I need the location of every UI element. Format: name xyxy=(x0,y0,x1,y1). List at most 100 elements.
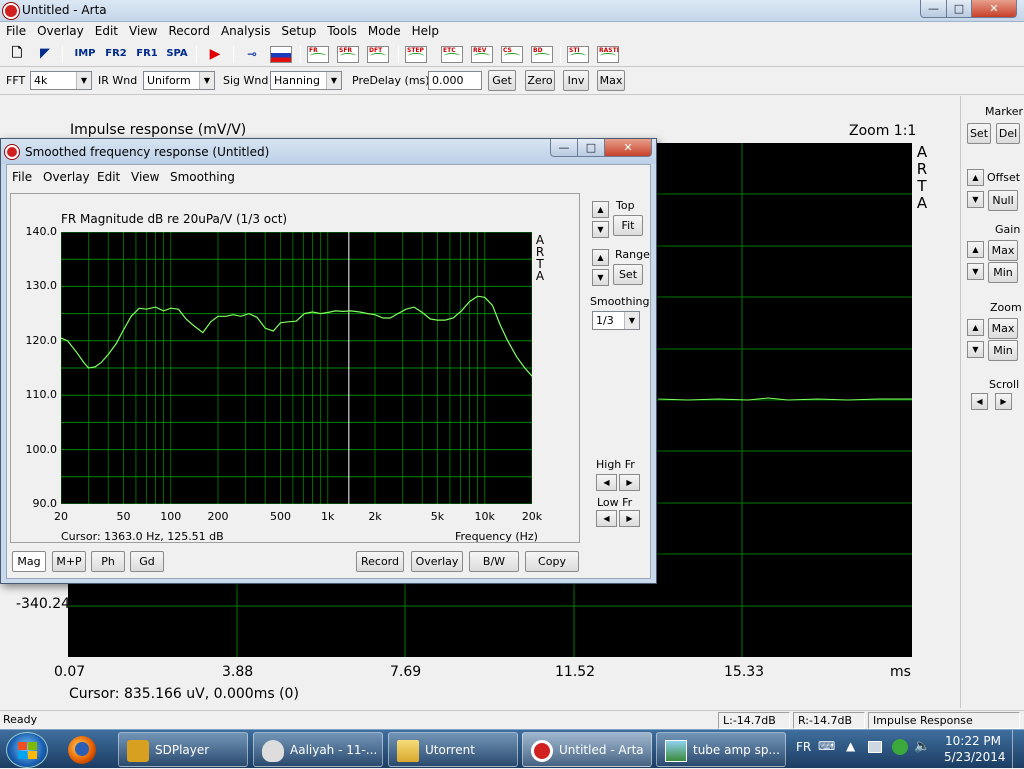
fr-menu-view[interactable]: View xyxy=(131,170,159,184)
top-down-icon[interactable]: ▼ xyxy=(592,221,609,238)
menu-view[interactable]: View xyxy=(123,22,162,38)
tab-ph[interactable]: Ph xyxy=(91,551,125,572)
tab-gd[interactable]: Gd xyxy=(130,551,164,572)
restore-button[interactable]: □ xyxy=(946,0,972,18)
close-button[interactable]: ✕ xyxy=(971,0,1017,18)
taskbar-aaliyah[interactable]: Aaliyah - 11-... xyxy=(253,732,383,767)
volume-icon[interactable]: 🔈 xyxy=(914,739,930,754)
fr-tool-icon[interactable]: FR xyxy=(307,46,329,63)
top-up-icon[interactable]: ▲ xyxy=(592,201,609,218)
fr-minimize-button[interactable]: — xyxy=(550,139,578,157)
menu-record[interactable]: Record xyxy=(162,22,214,38)
copy-button[interactable]: Copy xyxy=(525,551,579,572)
offset-null-button[interactable]: Null xyxy=(988,190,1018,211)
gain-max-button[interactable]: Max xyxy=(988,240,1018,261)
fr2-button[interactable]: FR2 xyxy=(103,45,129,64)
marker-set-button[interactable]: Set xyxy=(967,123,991,144)
tab-mag[interactable]: Mag xyxy=(12,551,46,572)
fr-plot-area[interactable] xyxy=(61,232,532,504)
menu-mode[interactable]: Mode xyxy=(362,22,406,38)
firefox-icon[interactable] xyxy=(66,735,98,765)
high-fr-right-icon[interactable]: ▶ xyxy=(619,474,640,491)
bw-button[interactable]: B/W xyxy=(469,551,519,572)
taskbar-tube-amp[interactable]: tube amp sp... xyxy=(656,732,786,767)
level-meter-icon[interactable] xyxy=(270,46,292,63)
offset-down-icon[interactable]: ▼ xyxy=(967,191,984,208)
low-fr-left-icon[interactable]: ◀ xyxy=(596,510,617,527)
gain-up-icon[interactable]: ▲ xyxy=(967,241,984,258)
menu-setup[interactable]: Setup xyxy=(275,22,321,38)
record-button[interactable]: Record xyxy=(356,551,404,572)
record-play-icon[interactable]: ▶ xyxy=(203,45,227,64)
fr-menu-overlay[interactable]: Overlay xyxy=(43,170,90,184)
inv-button[interactable]: Inv xyxy=(563,70,589,91)
tab-m-plus-p[interactable]: M+P xyxy=(52,551,86,572)
arta-window-icon[interactable] xyxy=(5,145,19,159)
sti-tool-icon[interactable]: STI xyxy=(567,46,589,63)
zoom-max-button[interactable]: Max xyxy=(988,318,1018,339)
rev-tool-icon[interactable]: REV xyxy=(471,46,493,63)
zoom-down-icon[interactable]: ▼ xyxy=(967,341,984,358)
predelay-input[interactable]: 0.000 xyxy=(428,71,482,90)
menu-file[interactable]: File xyxy=(0,22,31,38)
overlay-button[interactable]: Overlay xyxy=(411,551,463,572)
spa-button[interactable]: SPA xyxy=(164,45,190,64)
gain-min-button[interactable]: Min xyxy=(988,262,1018,283)
fr-menu-file[interactable]: File xyxy=(12,170,32,184)
etc-tool-icon[interactable]: ETC xyxy=(441,46,463,63)
fr-menu-smoothing[interactable]: Smoothing xyxy=(170,170,235,184)
fft-select[interactable]: 4k ▼ xyxy=(30,71,92,90)
sig-wnd-select[interactable]: Hanning ▼ xyxy=(270,71,342,90)
dft-tool-icon[interactable]: DFT xyxy=(367,46,389,63)
smoothing-select[interactable]: 1/3 ▼ xyxy=(592,311,640,330)
zero-button[interactable]: Zero xyxy=(525,70,555,91)
clock-time[interactable]: 10:22 PM xyxy=(944,734,1002,748)
menu-help[interactable]: Help xyxy=(406,22,444,38)
menu-overlay[interactable]: Overlay xyxy=(31,22,89,38)
gain-down-icon[interactable]: ▼ xyxy=(967,263,984,280)
fr1-button[interactable]: FR1 xyxy=(134,45,160,64)
step-tool-icon[interactable]: STEP xyxy=(405,46,427,63)
scroll-right-icon[interactable]: ▶ xyxy=(995,393,1012,410)
max-button[interactable]: Max xyxy=(597,70,625,91)
language-indicator[interactable]: FR xyxy=(796,740,811,754)
fit-button[interactable]: Fit xyxy=(613,215,643,236)
ir-wnd-select[interactable]: Uniform ▼ xyxy=(143,71,215,90)
taskbar-utorrent-folder[interactable]: Utorrent xyxy=(388,732,518,767)
utorrent-tray-icon[interactable] xyxy=(892,739,908,755)
scroll-left-icon[interactable]: ◀ xyxy=(971,393,988,410)
show-hidden-icons-icon[interactable]: ▲ xyxy=(846,739,855,753)
range-up-icon[interactable]: ▲ xyxy=(592,249,609,266)
offset-up-icon[interactable]: ▲ xyxy=(967,169,984,186)
fr-menu-edit[interactable]: Edit xyxy=(97,170,120,184)
action-center-icon[interactable] xyxy=(868,741,882,753)
taskbar-sdplayer[interactable]: SDPlayer xyxy=(118,732,248,767)
menu-analysis[interactable]: Analysis xyxy=(215,22,275,38)
menu-tools[interactable]: Tools xyxy=(321,22,362,38)
clock-date[interactable]: 5/23/2014 xyxy=(944,750,1006,764)
show-desktop-button[interactable] xyxy=(1012,730,1024,769)
high-fr-left-icon[interactable]: ◀ xyxy=(596,474,617,491)
cs-tool-icon[interactable]: CS xyxy=(501,46,523,63)
sfr-tool-icon[interactable]: SFR xyxy=(337,46,359,63)
fr-close-button[interactable]: ✕ xyxy=(604,139,652,157)
rasti-tool-icon[interactable]: RASTI xyxy=(597,46,619,63)
arta-app-icon[interactable] xyxy=(3,3,19,19)
zoom-min-button[interactable]: Min xyxy=(988,340,1018,361)
low-fr-right-icon[interactable]: ▶ xyxy=(619,510,640,527)
zoom-up-icon[interactable]: ▲ xyxy=(967,319,984,336)
range-set-button[interactable]: Set xyxy=(613,264,643,285)
impulse-button[interactable]: IMP xyxy=(72,45,98,64)
menu-edit[interactable]: Edit xyxy=(89,22,123,38)
get-button[interactable]: Get xyxy=(488,70,516,91)
bd-tool-icon[interactable]: BD xyxy=(531,46,553,63)
new-file-icon[interactable]: 🗋 xyxy=(5,45,29,64)
marker-del-button[interactable]: Del xyxy=(996,123,1020,144)
range-down-icon[interactable]: ▼ xyxy=(592,269,609,286)
open-arrow-icon[interactable]: ◤ xyxy=(33,45,57,64)
minimize-button[interactable]: — xyxy=(920,0,947,18)
fr-maximize-button[interactable]: □ xyxy=(577,139,605,157)
taskbar-arta[interactable]: Untitled - Arta xyxy=(522,732,652,767)
start-button[interactable] xyxy=(6,732,48,768)
keyboard-icon[interactable]: ⌨ xyxy=(818,739,835,753)
